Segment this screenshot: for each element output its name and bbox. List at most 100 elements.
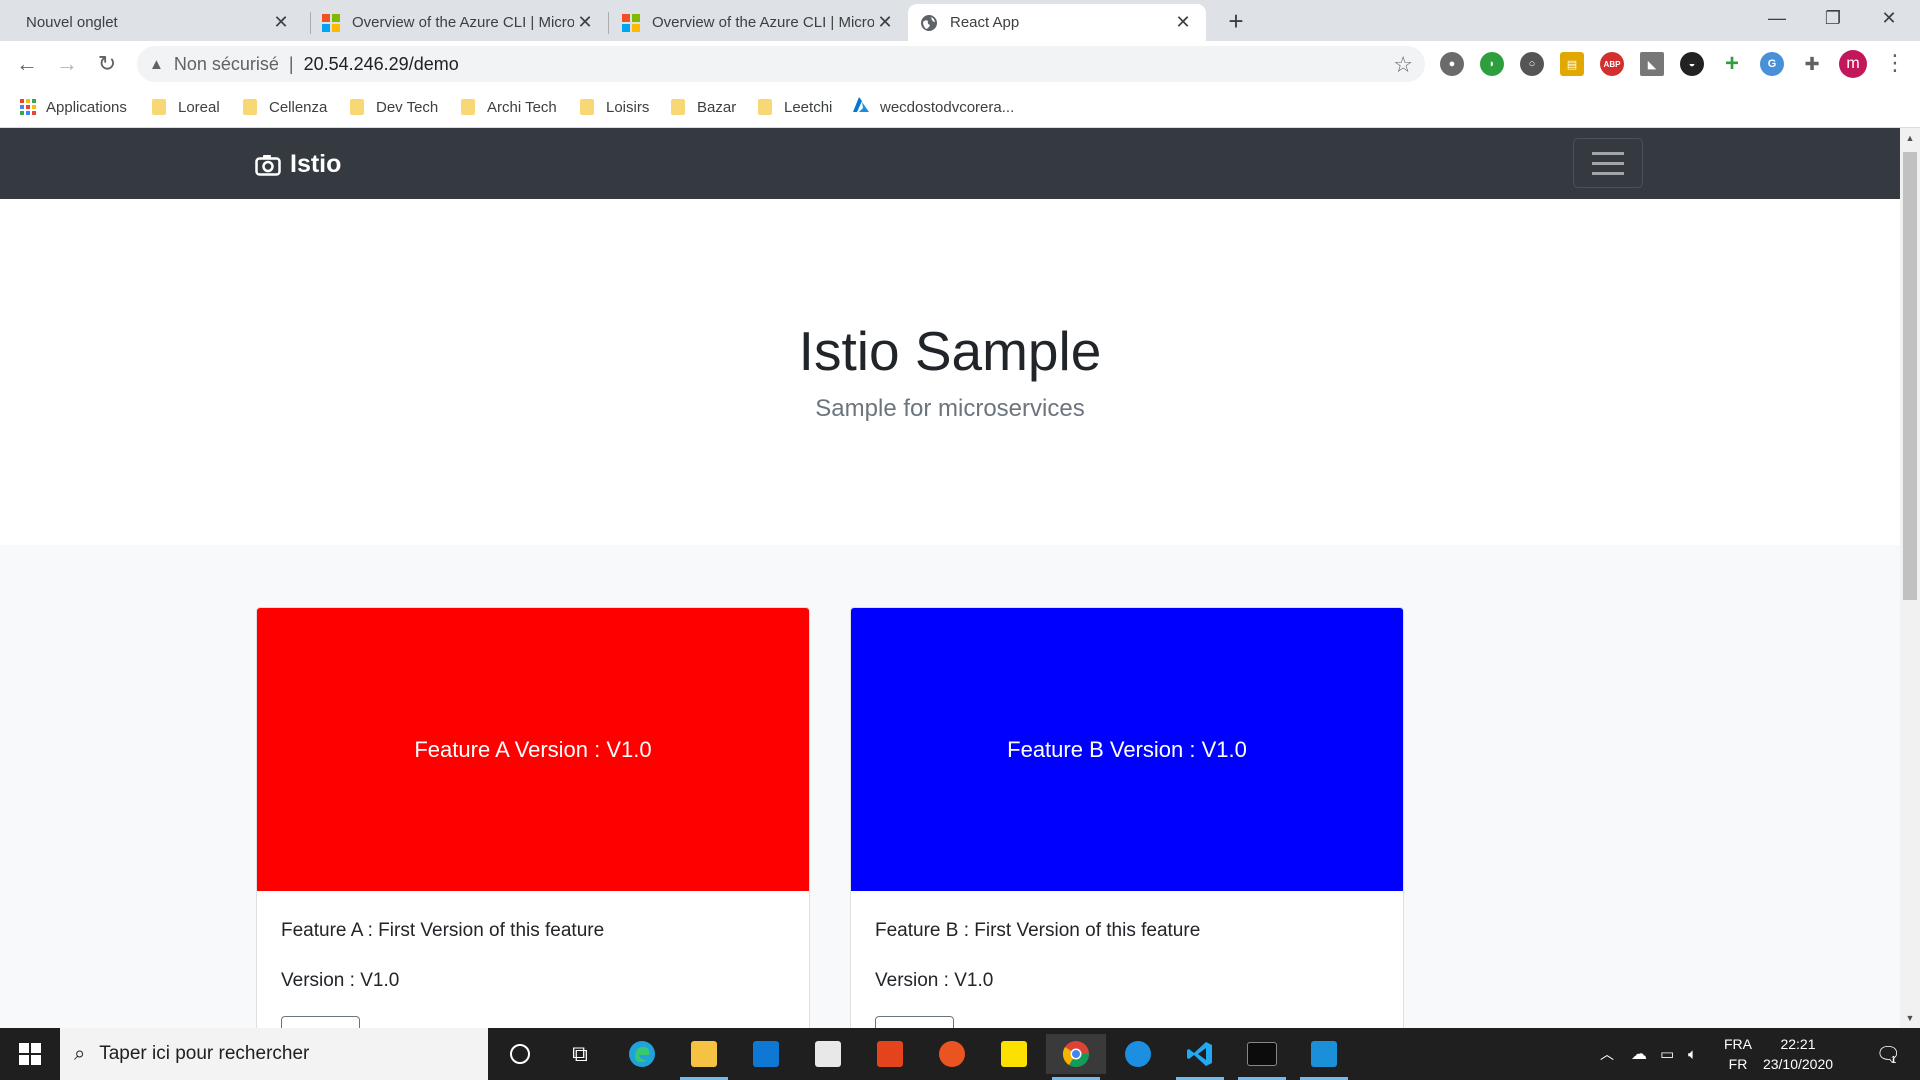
reload-icon[interactable]: ↻ xyxy=(91,48,123,80)
edge-icon[interactable] xyxy=(612,1034,672,1074)
page-scrollbar[interactable]: ▲ ▼ xyxy=(1900,128,1920,1028)
hamburger-icon-bar xyxy=(1592,151,1624,155)
clock-time: 22:21 xyxy=(1780,1036,1816,1052)
bookmark-star-icon[interactable]: ☆ xyxy=(1393,52,1413,78)
page-subtitle: Sample for microservices xyxy=(815,395,1085,422)
profile-avatar[interactable]: m xyxy=(1839,50,1867,78)
back-icon[interactable]: ← xyxy=(11,48,43,80)
bookmark-folder-loreal[interactable]: Loreal xyxy=(152,93,220,121)
task-view-icon[interactable]: ⧉ xyxy=(550,1034,610,1074)
feature-a-refresh-button[interactable]: Refresh xyxy=(281,1016,360,1028)
bookmark-label: Cellenza xyxy=(269,98,328,116)
store-icon[interactable] xyxy=(798,1034,858,1074)
puzzle-icon[interactable]: ✚ xyxy=(1800,52,1824,76)
app-info-icon[interactable] xyxy=(1108,1034,1168,1074)
bookmark-icon[interactable]: ◣ xyxy=(1640,52,1664,76)
tab-title: Overview of the Azure CLI | Micro xyxy=(652,14,874,31)
feature-b-banner: Feature B Version : V1.0 xyxy=(851,608,1403,891)
scroll-up-arrow-icon[interactable]: ▲ xyxy=(1900,130,1920,146)
audio-icon[interactable]: ◗ xyxy=(1480,52,1504,76)
tab-title: React App xyxy=(950,14,1020,31)
window-close-icon[interactable]: ✕ xyxy=(1861,0,1917,36)
bookmark-label: Loisirs xyxy=(606,98,650,116)
windows-taskbar: ⌕ Taper ici pour rechercher ⧉ ︿ ☁ ▭ 🔈︎ F… xyxy=(0,1028,1920,1080)
hamburger-icon-bar xyxy=(1592,161,1624,165)
bookmark-folder-loisirs[interactable]: Loisirs xyxy=(580,93,649,121)
file-explorer-icon[interactable] xyxy=(674,1034,734,1080)
url-text[interactable]: 20.54.246.29/demo xyxy=(304,54,459,75)
close-icon[interactable]: ✕ xyxy=(874,12,896,34)
chrome-icon[interactable] xyxy=(1046,1034,1106,1080)
office-icon[interactable] xyxy=(860,1034,920,1074)
translate-icon[interactable]: G xyxy=(1760,52,1784,76)
terminal-icon[interactable] xyxy=(1232,1034,1292,1080)
scroll-down-arrow-icon[interactable]: ▼ xyxy=(1900,1010,1920,1026)
circle-icon[interactable]: ○ xyxy=(1520,52,1544,76)
tab-nouvel-onglet[interactable]: Nouvel onglet ✕ xyxy=(14,4,304,41)
notification-center-icon[interactable]: 🗨︎ 1 xyxy=(1868,1028,1904,1080)
bookmark-folder-leetchi[interactable]: Leetchi xyxy=(758,93,832,121)
reader-icon[interactable]: ▤ xyxy=(1560,52,1584,76)
feature-a-description: Feature A : First Version of this featur… xyxy=(281,920,605,941)
bookmark-label: Bazar xyxy=(697,98,737,116)
navbar-toggler-button[interactable] xyxy=(1573,138,1643,188)
tab-azure-cli-2[interactable]: Overview of the Azure CLI | Micro ✕ xyxy=(610,4,908,41)
search-placeholder: Taper ici pour rechercher xyxy=(99,1043,310,1064)
bookmark-folder-bazar[interactable]: Bazar xyxy=(671,93,736,121)
app-navbar: Istio xyxy=(0,128,1900,199)
bookmark-label: wecdostodvcorera... xyxy=(880,98,1015,116)
brand-link[interactable]: Istio xyxy=(255,150,341,179)
snip-tool-icon[interactable] xyxy=(1294,1034,1354,1080)
ninja-icon[interactable]: ◒ xyxy=(1680,52,1704,76)
forward-icon[interactable]: → xyxy=(51,48,83,80)
ubuntu-icon[interactable] xyxy=(922,1034,982,1074)
sticky-notes-icon[interactable] xyxy=(984,1034,1044,1074)
onedrive-icon[interactable]: ☁ xyxy=(1631,1028,1647,1080)
folder-icon xyxy=(350,99,364,115)
folder-icon xyxy=(243,99,257,115)
system-clock[interactable]: 22:21 23/10/2020 xyxy=(1750,1034,1846,1074)
feature-b-version: Version : V1.0 xyxy=(875,970,994,991)
adblock-icon[interactable]: ABP xyxy=(1600,52,1624,76)
cortana-icon[interactable] xyxy=(490,1034,550,1074)
folder-icon xyxy=(580,99,594,115)
page-viewport: Istio Istio Sample Sample for microservi… xyxy=(0,128,1920,1028)
globe-icon xyxy=(920,14,938,32)
bookmark-applications[interactable]: Applications xyxy=(20,93,127,121)
theme-icon[interactable]: ● xyxy=(1440,52,1464,76)
tab-title: Nouvel onglet xyxy=(26,14,118,31)
windows-start-icon[interactable] xyxy=(0,1028,60,1080)
bookmark-folder-dev-tech[interactable]: Dev Tech xyxy=(350,93,438,121)
mail-icon[interactable] xyxy=(736,1034,796,1074)
folder-icon xyxy=(461,99,475,115)
tray-chevron-icon[interactable]: ︿ xyxy=(1600,1028,1614,1080)
plus-icon[interactable]: + xyxy=(1720,50,1744,77)
close-icon[interactable]: ✕ xyxy=(270,12,292,34)
volume-icon[interactable]: 🔈︎ xyxy=(1688,1028,1697,1080)
restore-icon[interactable]: ❐ xyxy=(1805,0,1861,36)
brand-text: Istio xyxy=(290,150,342,178)
scrollbar-thumb[interactable] xyxy=(1903,152,1917,600)
menu-kebab-icon[interactable]: ⋮ xyxy=(1884,50,1906,76)
minimize-icon[interactable]: — xyxy=(1749,0,1805,36)
microsoft-logo-icon xyxy=(322,13,340,32)
feature-b-refresh-button[interactable]: Refresh xyxy=(875,1016,954,1028)
tab-react-app[interactable]: React App ✕ xyxy=(908,4,1206,41)
tab-azure-cli-1[interactable]: Overview of the Azure CLI | Micro ✕ xyxy=(310,4,608,41)
new-tab-button[interactable]: + xyxy=(1222,6,1250,36)
vscode-icon[interactable] xyxy=(1170,1034,1230,1080)
security-label[interactable]: Non sécurisé xyxy=(174,54,279,75)
close-icon[interactable]: ✕ xyxy=(1172,12,1194,34)
close-icon[interactable]: ✕ xyxy=(574,12,596,34)
bookmark-folder-cellenza[interactable]: Cellenza xyxy=(243,93,327,121)
bookmark-azure[interactable]: wecdostodvcorera... xyxy=(852,93,1014,121)
warning-icon[interactable]: ▲ xyxy=(149,56,164,73)
folder-icon xyxy=(671,99,685,115)
search-icon: ⌕ xyxy=(74,1042,86,1065)
feature-b-description: Feature B : First Version of this featur… xyxy=(875,920,1201,941)
feature-a-banner: Feature A Version : V1.0 xyxy=(257,608,809,891)
bookmark-folder-archi-tech[interactable]: Archi Tech xyxy=(461,93,557,121)
taskbar-search-input[interactable]: ⌕ Taper ici pour rechercher xyxy=(60,1028,488,1080)
battery-icon[interactable]: ▭ xyxy=(1660,1028,1674,1080)
address-bar[interactable]: ▲ Non sécurisé | 20.54.246.29/demo ☆ xyxy=(137,46,1425,82)
